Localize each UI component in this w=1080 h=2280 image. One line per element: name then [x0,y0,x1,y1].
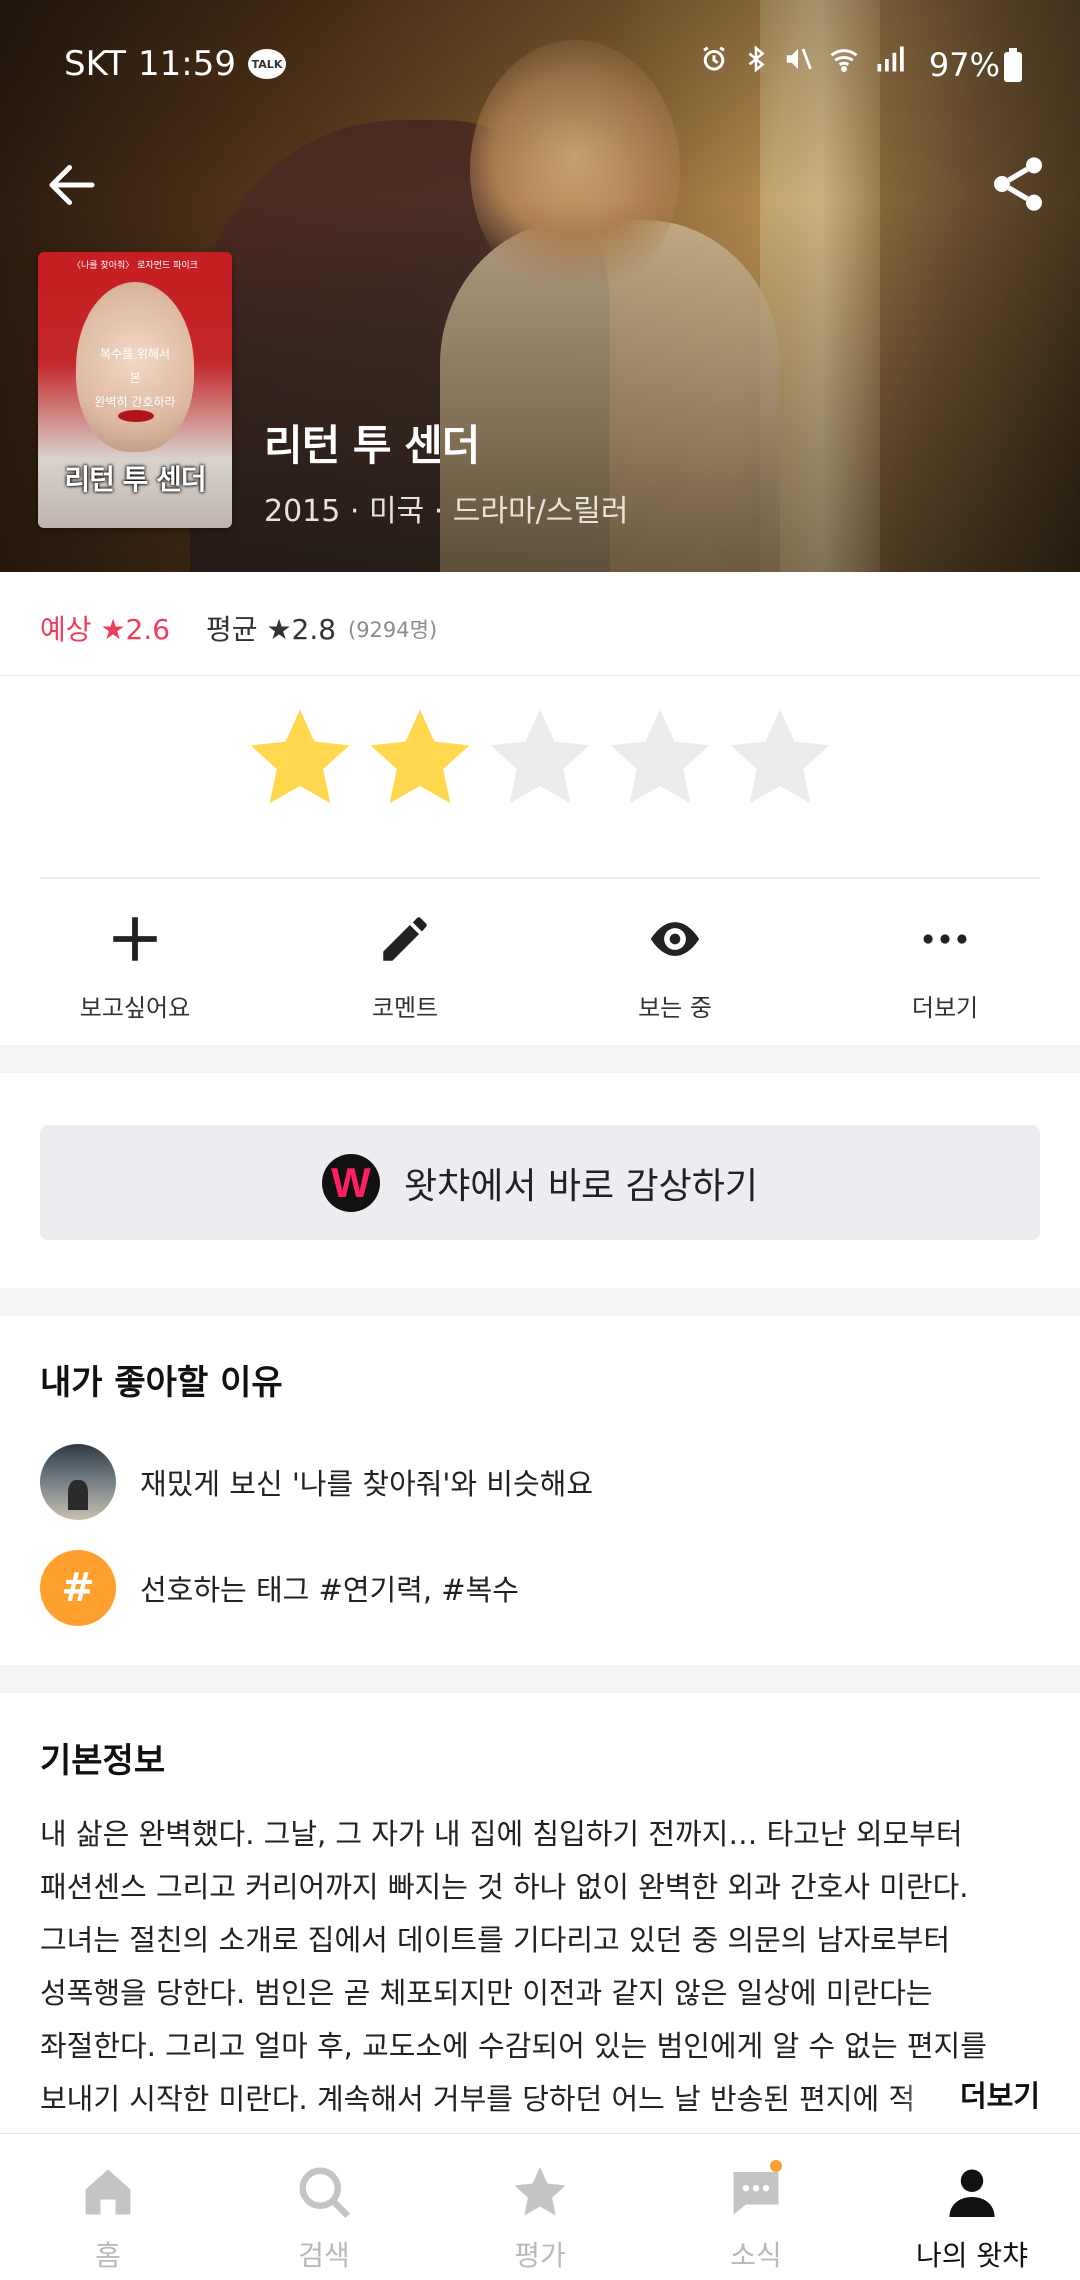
rating-star-icon[interactable] [602,700,718,816]
plus-icon [113,917,157,961]
expected-rating: 예상 ★2.6 [40,613,171,646]
reasons-title: 내가 좋아할 이유 [40,1363,283,1403]
star-icon [514,2167,566,2216]
rating-star-icon[interactable] [362,700,478,816]
mute-icon [786,48,812,70]
carrier-label: SKT [64,44,127,84]
hero-backdrop: SKT 11:59 TALK 97% 〈나를 찾아줘〉 로자먼드 파이크 복수를… [0,0,1080,572]
kakaotalk-icon: TALK [248,49,286,79]
reason-similar-movie[interactable]: 재밌게 보신 '나를 찾아줘'와 비슷해요 [40,1443,593,1521]
rating-count: (9294명) [348,618,438,642]
divider [40,877,1040,879]
share-icon[interactable] [986,152,1050,216]
rating-star-icon[interactable] [722,700,838,816]
watcha-logo-icon: W [321,1153,380,1212]
user-star-rating[interactable] [0,700,1080,840]
back-arrow-icon[interactable] [42,155,102,215]
action-row: 보고싶어요 코멘트 보는 중 더보기 [0,880,1080,1045]
notification-dot [770,2160,782,2172]
tab-rate[interactable]: 평가 [432,2134,648,2280]
eye-icon [650,922,700,956]
more-dots-icon [923,934,967,944]
synopsis-more-link[interactable]: 더보기 [899,2073,1040,2115]
tab-home[interactable]: 홈 [0,2134,216,2280]
battery-percent: 97% [928,46,1000,84]
hashtag-icon: # [40,1550,116,1626]
rating-star-icon[interactable] [482,700,598,816]
star-small-icon: ★ [266,613,292,646]
movie-title: 리턴 투 센더 [264,421,480,470]
movie-meta: 2015 · 미국 · 드라마/스릴러 [264,494,629,529]
status-bar: SKT 11:59 TALK 97% [0,44,1080,94]
alarm-icon [703,46,725,71]
basic-info-title: 기본정보 [40,1741,166,1781]
battery-icon [1004,48,1022,82]
poster-tagline: 복수를 위해서 본 완벽히 간호하라 [94,347,176,409]
section-gap [0,1665,1080,1693]
wifi-icon [830,49,858,72]
comment-button[interactable]: 코멘트 [270,880,540,1045]
synopsis: 내 삶은 완벽했다. 그날, 그 자가 내 집에 침입하기 전까지… 타고난 외… [40,1817,987,2116]
bluetooth-icon [748,45,765,73]
tab-search[interactable]: 검색 [216,2134,432,2280]
star-small-icon: ★ [100,613,126,646]
search-icon [299,2167,351,2219]
tab-news[interactable]: 소식 [648,2134,864,2280]
poster-title: 리턴 투 센더 [64,463,206,496]
average-rating: 평균 ★2.8 [206,613,337,646]
pencil-icon [383,917,427,961]
bottom-nav: 홈 검색 평가 소식 나의 왓챠 [0,2133,1080,2280]
home-icon [85,2169,131,2215]
movie-thumbnail [40,1444,116,1520]
more-button[interactable]: 더보기 [810,880,1080,1045]
movie-poster: 〈나를 찾아줘〉 로자먼드 파이크 복수를 위해서 본 완벽히 간호하라 리턴 … [38,252,232,528]
rating-star-icon[interactable] [242,700,358,816]
reason-preferred-tags[interactable]: # 선호하는 태그 #연기력, #복수 [40,1549,519,1627]
section-gap [0,1288,1080,1316]
tab-my-watcha[interactable]: 나의 왓챠 [864,2134,1080,2280]
rating-summary: 예상 ★2.6 평균 ★2.8 (9294명) [0,572,1080,676]
signal-icon [877,46,904,72]
poster-top-text: 〈나를 찾아줘〉 로자먼드 파이크 [72,261,198,271]
want-to-watch-button[interactable]: 보고싶어요 [0,880,270,1045]
person-icon [949,2169,995,2217]
watch-on-watcha-button[interactable]: W 왓챠에서 바로 감상하기 [40,1125,1040,1240]
watching-button[interactable]: 보는 중 [540,880,810,1045]
section-gap [0,1045,1080,1073]
clock: 11:59 [138,44,236,84]
watch-button-label: 왓챠에서 바로 감상하기 [403,1165,759,1207]
